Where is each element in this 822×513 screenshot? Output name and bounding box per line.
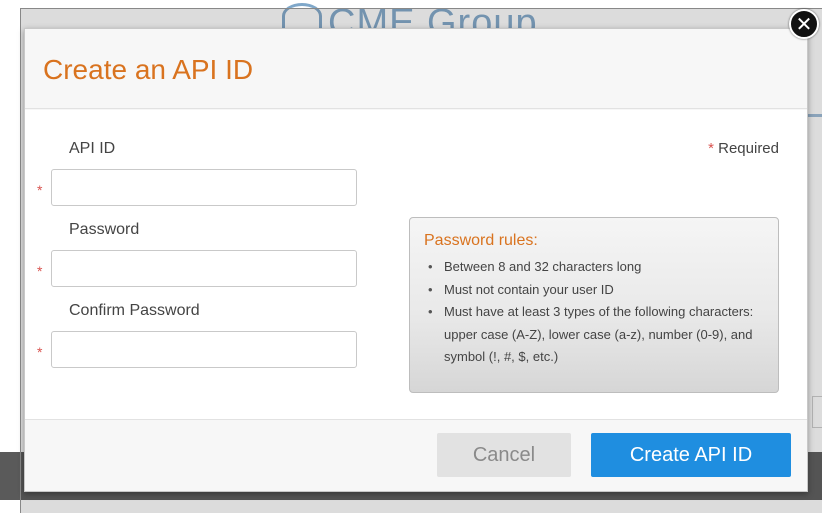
close-button[interactable]: ✕ <box>789 9 819 39</box>
api-id-label: API ID <box>69 140 116 157</box>
password-rules-box: Password rules: Between 8 and 32 charact… <box>409 217 779 393</box>
confirm-password-label: Confirm Password <box>69 302 200 319</box>
api-id-required-star: * <box>37 182 43 198</box>
password-rules-list: Between 8 and 32 characters long Must no… <box>424 256 764 369</box>
dialog-body: * Required API ID * Password * Confirm P… <box>25 110 807 420</box>
required-label: Required <box>718 140 779 157</box>
close-icon: ✕ <box>795 12 813 36</box>
required-note: * Required <box>708 140 779 157</box>
password-rule-item: Must have at least 3 types of the follow… <box>424 301 764 369</box>
required-star: * <box>708 140 714 157</box>
create-api-id-dialog: Create an API ID ✕ * Required API ID * P… <box>24 9 819 492</box>
password-label: Password <box>69 221 140 238</box>
password-input[interactable] <box>51 250 357 287</box>
password-rule-item: Between 8 and 32 characters long <box>424 256 764 279</box>
dialog-header: Create an API ID <box>25 29 807 109</box>
confirm-password-input[interactable] <box>51 331 357 368</box>
dialog-footer: Cancel Create API ID <box>25 421 807 491</box>
password-required-star: * <box>37 263 43 279</box>
confirm-password-required-star: * <box>37 344 43 360</box>
password-rules-title: Password rules: <box>424 232 538 249</box>
dialog-title: Create an API ID <box>43 54 254 85</box>
create-api-id-button[interactable]: Create API ID <box>591 433 791 477</box>
cancel-button[interactable]: Cancel <box>437 433 571 477</box>
password-rule-item: Must not contain your user ID <box>424 279 764 302</box>
api-id-input[interactable] <box>51 169 357 206</box>
